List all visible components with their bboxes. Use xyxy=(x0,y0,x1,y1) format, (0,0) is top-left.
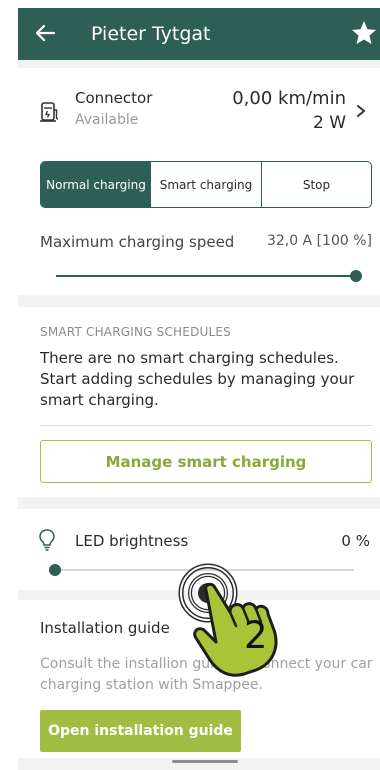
connector-name: Connector xyxy=(75,89,153,107)
star-icon[interactable] xyxy=(349,18,379,48)
led-brightness-value: 0 % xyxy=(341,532,370,550)
led-brightness-slider-handle[interactable] xyxy=(49,564,61,576)
led-brightness-label: LED brightness xyxy=(75,532,189,550)
tap-hand-icon xyxy=(178,563,278,677)
step-number: 2 xyxy=(244,614,268,657)
chevron-right-icon[interactable] xyxy=(354,103,368,119)
connector-status: Available xyxy=(75,112,139,128)
charging-station-icon xyxy=(40,102,59,122)
max-speed-label: Maximum charging speed xyxy=(40,233,235,251)
open-installation-guide-button[interactable]: Open installation guide xyxy=(40,710,241,752)
schedules-empty-text: There are no smart charging schedules. S… xyxy=(40,349,355,409)
installation-guide-title: Installation guide xyxy=(40,619,170,637)
smart-charging-button[interactable]: Smart charging xyxy=(151,162,262,207)
page-title: Pieter Tytgat xyxy=(91,23,211,45)
stop-button[interactable]: Stop xyxy=(262,162,371,207)
lightbulb-icon xyxy=(39,529,55,551)
divider xyxy=(40,425,372,426)
normal-charging-button[interactable]: Normal charging xyxy=(41,162,151,207)
manage-smart-charging-button[interactable]: Manage smart charging xyxy=(40,440,372,483)
connector-power: 2 W xyxy=(312,113,346,133)
max-speed-slider[interactable] xyxy=(56,275,354,277)
charging-mode-selector: Normal charging Smart charging Stop xyxy=(40,161,372,208)
gesture-nav-handle[interactable] xyxy=(172,760,238,763)
connector-card: Connector Available 0,00 km/min 2 W Norm… xyxy=(18,68,380,295)
tap-annotation: 2 xyxy=(160,560,315,690)
max-speed-value: 32,0 A [100 %] xyxy=(266,233,372,249)
max-speed-slider-handle[interactable] xyxy=(350,270,362,282)
schedules-section-title: SMART CHARGING SCHEDULES xyxy=(40,325,231,339)
arrow-back-icon[interactable] xyxy=(30,18,60,48)
schedules-card: SMART CHARGING SCHEDULES There are no sm… xyxy=(18,307,380,497)
connector-speed: 0,00 km/min xyxy=(232,88,346,109)
app-bar: Pieter Tytgat xyxy=(18,8,380,60)
